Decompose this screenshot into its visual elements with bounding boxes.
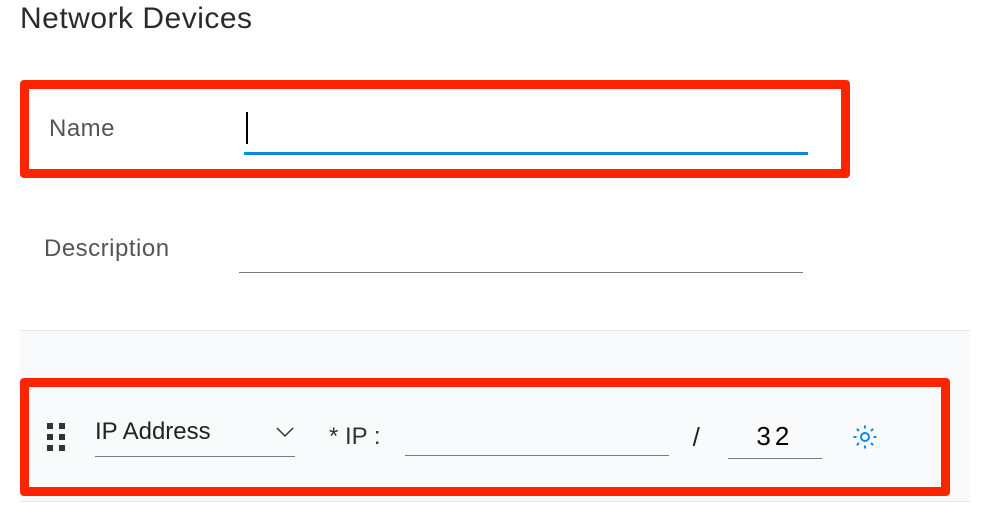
description-row: Description bbox=[44, 214, 844, 284]
ip-field-label: * IP : bbox=[329, 423, 381, 451]
name-label: Name bbox=[49, 115, 244, 143]
ip-type-select[interactable]: IP Address bbox=[95, 418, 295, 457]
name-input[interactable] bbox=[244, 108, 808, 155]
ip-type-value: IP Address bbox=[95, 418, 275, 446]
description-label: Description bbox=[44, 235, 239, 263]
text-caret bbox=[246, 112, 248, 144]
description-input[interactable] bbox=[239, 228, 803, 273]
cidr-separator: / bbox=[693, 422, 700, 453]
ip-row-highlight: IP Address * IP : / bbox=[20, 378, 950, 496]
page-title: Network Devices bbox=[20, 0, 999, 36]
gear-icon[interactable] bbox=[850, 422, 880, 452]
ip-address-input[interactable] bbox=[405, 419, 669, 456]
drag-handle-icon[interactable] bbox=[47, 423, 65, 451]
chevron-down-icon bbox=[275, 426, 295, 438]
subnet-mask-input[interactable] bbox=[728, 416, 822, 459]
name-field-highlight: Name bbox=[20, 80, 850, 178]
